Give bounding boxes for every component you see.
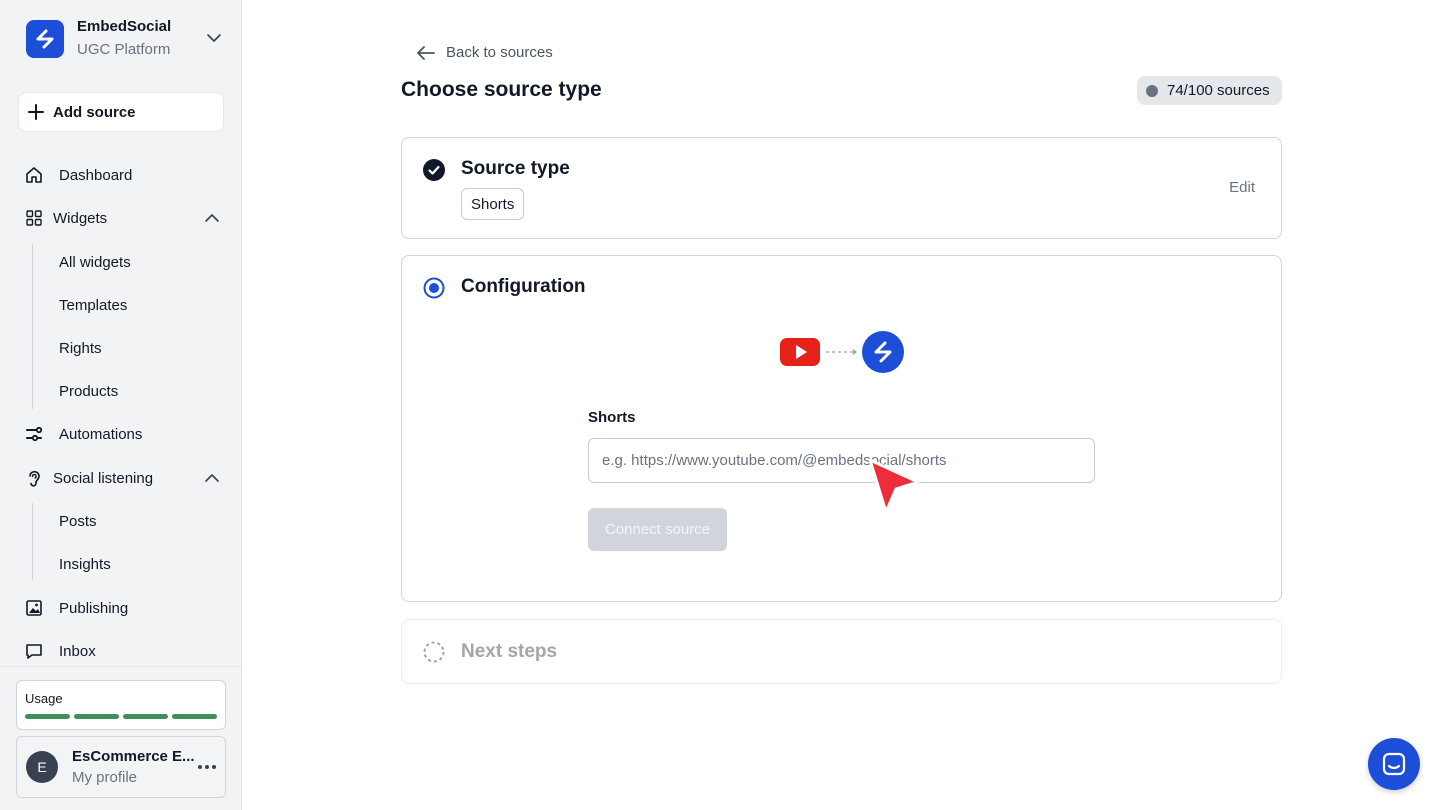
status-dot-icon <box>1146 84 1158 97</box>
step-next-steps: Next steps <box>401 619 1282 684</box>
usage-label: Usage <box>25 691 63 706</box>
chevron-up-icon[interactable] <box>204 470 220 486</box>
usage-meter <box>25 714 217 719</box>
profile-name: EsCommerce E... <box>72 748 195 765</box>
embedsocial-logo <box>26 20 64 58</box>
shorts-field-label: Shorts <box>588 409 636 426</box>
back-to-sources-link[interactable]: Back to sources <box>416 44 553 61</box>
sidebar-item-label: Social listening <box>53 469 154 487</box>
quota-text: 74/100 sources <box>1167 82 1270 99</box>
sidebar-item-insights[interactable]: Insights <box>59 552 111 576</box>
add-source-label: Add source <box>53 103 136 121</box>
home-icon <box>24 165 44 185</box>
pending-circle-icon <box>423 641 445 663</box>
sidebar-item-label: Dashboard <box>59 166 133 184</box>
submenu-line <box>32 503 33 580</box>
sidebar-item-social-listening[interactable]: Social listening <box>24 466 220 490</box>
sidebar-item-label: Publishing <box>59 599 129 617</box>
chat-bubble-icon <box>24 641 44 661</box>
chat-support-button[interactable] <box>1368 738 1420 790</box>
usage-segment <box>25 714 70 719</box>
grid-icon <box>24 208 44 228</box>
step-source-type: Source type Shorts Edit <box>401 137 1282 239</box>
chevron-up-icon[interactable] <box>204 210 220 226</box>
ear-icon <box>24 468 44 488</box>
sidebar-item-posts[interactable]: Posts <box>59 509 97 533</box>
step-title: Next steps <box>461 641 558 662</box>
embedsocial-icon <box>862 331 904 373</box>
sidebar-item-label: Widgets <box>53 209 108 227</box>
sidebar-footer: Usage E EsCommerce E... My profile <box>0 666 242 810</box>
sidebar-item-publishing[interactable]: Publishing <box>24 596 220 620</box>
usage-segment <box>74 714 119 719</box>
step-title: Source type <box>461 158 570 179</box>
plus-icon <box>28 104 44 120</box>
profile-card[interactable]: E EsCommerce E... My profile <box>16 736 226 798</box>
chevron-down-icon <box>207 34 221 42</box>
step-title: Configuration <box>461 276 586 297</box>
sidebar-item-inbox[interactable]: Inbox <box>24 639 220 663</box>
sidebar-item-rights[interactable]: Rights <box>59 336 102 360</box>
page-title: Choose source type <box>401 78 602 101</box>
usage-card[interactable]: Usage <box>16 680 226 730</box>
submenu-line <box>32 244 33 409</box>
connect-source-button[interactable]: Connect source <box>588 508 727 551</box>
avatar: E <box>26 751 58 783</box>
profile-subtitle: My profile <box>72 769 138 786</box>
cursor-pointer-icon <box>868 458 920 514</box>
usage-segment <box>123 714 168 719</box>
sidebar-item-label: Inbox <box>59 642 96 660</box>
workspace-switcher[interactable]: EmbedSocial UGC Platform <box>26 18 222 60</box>
sidebar-item-widgets[interactable]: Widgets <box>24 206 220 230</box>
brand-name: EmbedSocial <box>77 18 172 35</box>
radio-active-icon <box>423 277 445 299</box>
check-circle-icon <box>423 159 445 181</box>
edit-button[interactable]: Edit <box>1229 179 1255 196</box>
sidebar: EmbedSocial UGC Platform Add source Dash… <box>0 0 242 810</box>
sidebar-item-automations[interactable]: Automations <box>24 422 220 446</box>
youtube-to-embedsocial-icon <box>780 331 904 373</box>
automations-icon <box>24 424 44 444</box>
chat-icon <box>1382 752 1406 776</box>
back-label: Back to sources <box>446 44 553 61</box>
selected-source-chip: Shorts <box>461 188 525 220</box>
brand-subtitle: UGC Platform <box>77 41 171 58</box>
add-source-button[interactable]: Add source <box>18 92 224 132</box>
more-horizontal-icon[interactable] <box>197 759 217 775</box>
youtube-icon <box>780 338 820 366</box>
sidebar-item-all-widgets[interactable]: All widgets <box>59 250 131 274</box>
sidebar-item-dashboard[interactable]: Dashboard <box>24 163 220 187</box>
sidebar-item-templates[interactable]: Templates <box>59 293 127 317</box>
sidebar-item-products[interactable]: Products <box>59 379 118 403</box>
arrow-left-icon <box>417 45 435 60</box>
sidebar-item-label: Automations <box>59 425 143 443</box>
usage-segment <box>172 714 217 719</box>
sources-quota-badge: 74/100 sources <box>1137 76 1282 105</box>
image-icon <box>24 598 44 618</box>
shorts-url-input[interactable] <box>588 438 1095 483</box>
step-configuration: Configuration Shorts Connect source <box>401 255 1282 602</box>
